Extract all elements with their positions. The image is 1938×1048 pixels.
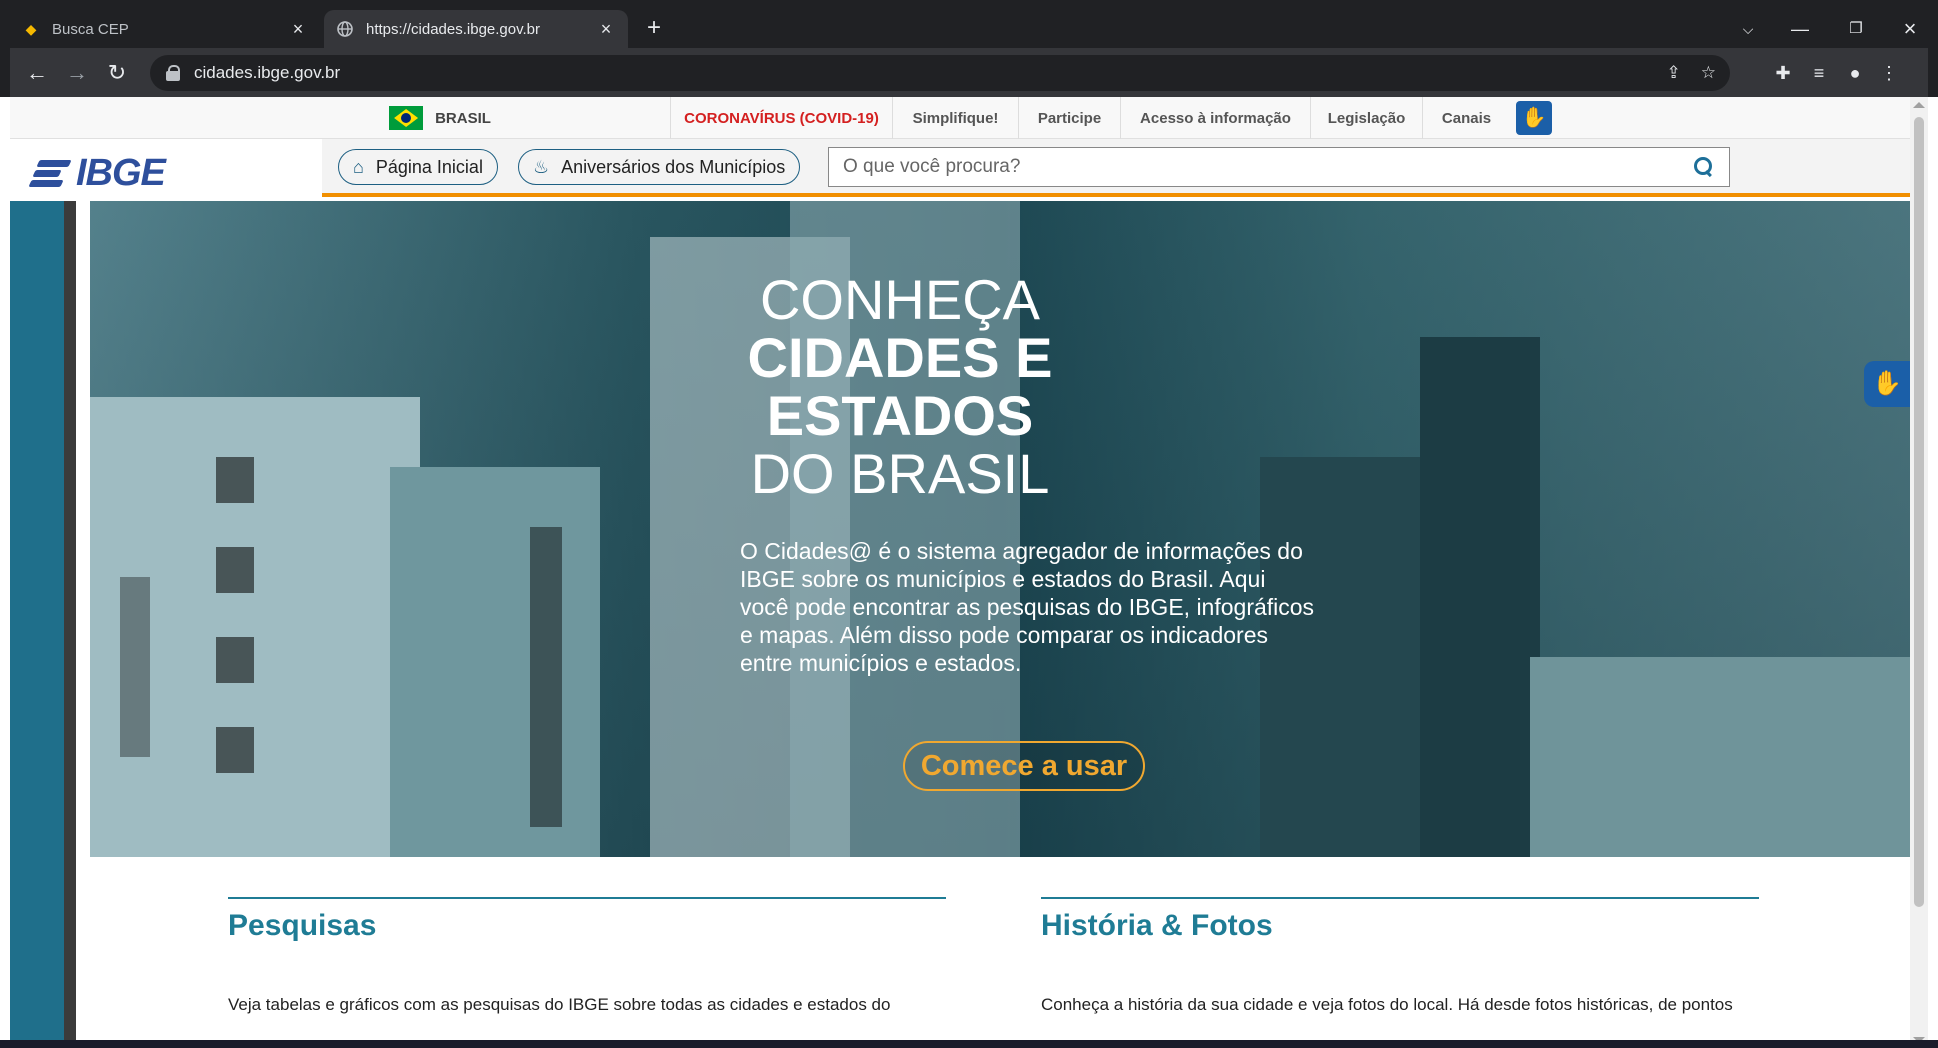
url-text: cidades.ibge.gov.br: [194, 63, 341, 82]
taskbar-edge: [0, 1040, 1938, 1048]
browser-chrome: ◆ Busca CEP × https://cidades.ibge.gov.b…: [0, 0, 1938, 97]
libras-floating-icon[interactable]: ✋: [1864, 361, 1910, 407]
search-box: [828, 147, 1730, 187]
restore-button[interactable]: ❐: [1836, 15, 1876, 43]
menu-icon[interactable]: ⋮: [1876, 60, 1902, 86]
extensions-icon[interactable]: ✚: [1770, 60, 1796, 86]
birthday-cake-icon: ♨: [533, 156, 550, 177]
hero-title-line-2: CIDADES E: [747, 326, 1053, 389]
section-title-historia-fotos[interactable]: História & Fotos: [1041, 909, 1761, 943]
brazil-flag-icon: [389, 106, 424, 130]
gov-link-legislacao[interactable]: Legislação: [1310, 97, 1422, 139]
back-button[interactable]: ←: [22, 58, 52, 88]
ibge-logo-mark-icon: [28, 159, 74, 188]
ibge-logo-text: IBGE: [76, 152, 166, 194]
hero-content: CONHEÇA CIDADES E ESTADOS DO BRASIL O Ci…: [90, 201, 1910, 857]
anniversaries-button-label: Aniversários dos Municípios: [561, 156, 786, 177]
anniversaries-button[interactable]: ♨ Aniversários dos Municípios: [518, 149, 801, 185]
section-text-pesquisas: Veja tabelas e gráficos com as pesquisas…: [228, 995, 891, 1014]
forward-button[interactable]: →: [62, 58, 92, 88]
tab-busca-cep[interactable]: ◆ Busca CEP ×: [10, 10, 320, 48]
gov-bar: BRASIL CORONAVÍRUS (COVID-19) Simplifiqu…: [10, 97, 1910, 139]
media-icon[interactable]: ≡: [1806, 60, 1832, 86]
bookmark-star-icon[interactable]: ☆: [1701, 63, 1716, 83]
gov-link-canais[interactable]: Canais: [1422, 97, 1510, 139]
gov-link-simplifique[interactable]: Simplifique!: [892, 97, 1018, 139]
globe-icon: [336, 20, 354, 38]
page-viewport: BRASIL CORONAVÍRUS (COVID-19) Simplifiqu…: [10, 97, 1928, 1048]
new-tab-button[interactable]: +: [640, 15, 668, 43]
logo-area: IBGE: [10, 139, 322, 197]
gov-link-acesso-informacao[interactable]: Acesso à informação: [1120, 97, 1310, 139]
section-pesquisas: Pesquisas Veja tabelas e gráficos com as…: [228, 857, 948, 1015]
address-bar[interactable]: cidades.ibge.gov.br ⇪ ☆: [150, 55, 1730, 91]
gov-brasil-label: BRASIL: [435, 109, 491, 127]
hero-banner: CONHEÇA CIDADES E ESTADOS DO BRASIL O Ci…: [90, 201, 1910, 857]
hero-title: CONHEÇA CIDADES E ESTADOS DO BRASIL: [650, 271, 1150, 503]
close-tab-icon[interactable]: ×: [288, 19, 308, 40]
hero-title-line-3: ESTADOS: [766, 384, 1034, 447]
gov-link-covid[interactable]: CORONAVÍRUS (COVID-19): [670, 97, 892, 139]
tab-title: Busca CEP: [52, 20, 129, 38]
lock-icon[interactable]: [166, 65, 180, 81]
search-input[interactable]: [843, 156, 1693, 178]
section-divider: [1041, 897, 1759, 899]
profile-icon[interactable]: ●: [1842, 60, 1868, 86]
browser-toolbar: ← → ↻ cidades.ibge.gov.br ⇪ ☆ ✚ ≡ ● ⋮: [10, 48, 1928, 97]
minimize-button[interactable]: —: [1780, 15, 1820, 43]
section-title-pesquisas[interactable]: Pesquisas: [228, 909, 948, 943]
scrollbar-thumb[interactable]: [1914, 117, 1924, 907]
hero-title-line-4: DO BRASIL: [750, 442, 1050, 505]
share-icon[interactable]: ⇪: [1667, 63, 1681, 83]
ibge-header: IBGE ⌂ Página Inicial ♨ Aniversários dos…: [10, 139, 1910, 197]
gov-link-participe[interactable]: Participe: [1018, 97, 1120, 139]
tab-search-icon[interactable]: ⌵: [1732, 15, 1764, 43]
reload-button[interactable]: ↻: [102, 58, 132, 88]
home-button-label: Página Inicial: [375, 156, 483, 177]
page-scrollbar[interactable]: [1910, 97, 1928, 1048]
home-icon: ⌂: [353, 156, 364, 177]
close-tab-icon[interactable]: ×: [596, 19, 616, 40]
section-text-historia-fotos: Conheça a história da sua cidade e veja …: [1041, 995, 1733, 1014]
search-icon[interactable]: [1693, 156, 1715, 178]
hero-description: O Cidades@ é o sistema agregador de info…: [740, 538, 1315, 676]
section-historia-fotos: História & Fotos Conheça a história da s…: [1041, 857, 1761, 1015]
close-window-button[interactable]: ×: [1892, 15, 1928, 43]
home-button[interactable]: ⌂ Página Inicial: [338, 149, 498, 185]
hero-title-line-1: CONHEÇA: [759, 268, 1041, 331]
correios-icon: ◆: [25, 20, 37, 37]
tab-cidades-ibge[interactable]: https://cidades.ibge.gov.br ×: [324, 10, 628, 48]
ibge-logo[interactable]: IBGE: [28, 152, 166, 195]
tab-strip: ◆ Busca CEP × https://cidades.ibge.gov.b…: [10, 10, 1928, 48]
tab-title: https://cidades.ibge.gov.br: [366, 20, 540, 38]
section-divider: [228, 897, 946, 899]
left-sidebar-strip: [10, 201, 76, 1048]
scroll-up-arrow-icon[interactable]: [1913, 102, 1925, 108]
start-using-button[interactable]: Comece a usar: [903, 741, 1145, 791]
libras-hands-icon[interactable]: ✋: [1516, 101, 1552, 135]
gov-brasil-link[interactable]: BRASIL: [370, 97, 510, 139]
